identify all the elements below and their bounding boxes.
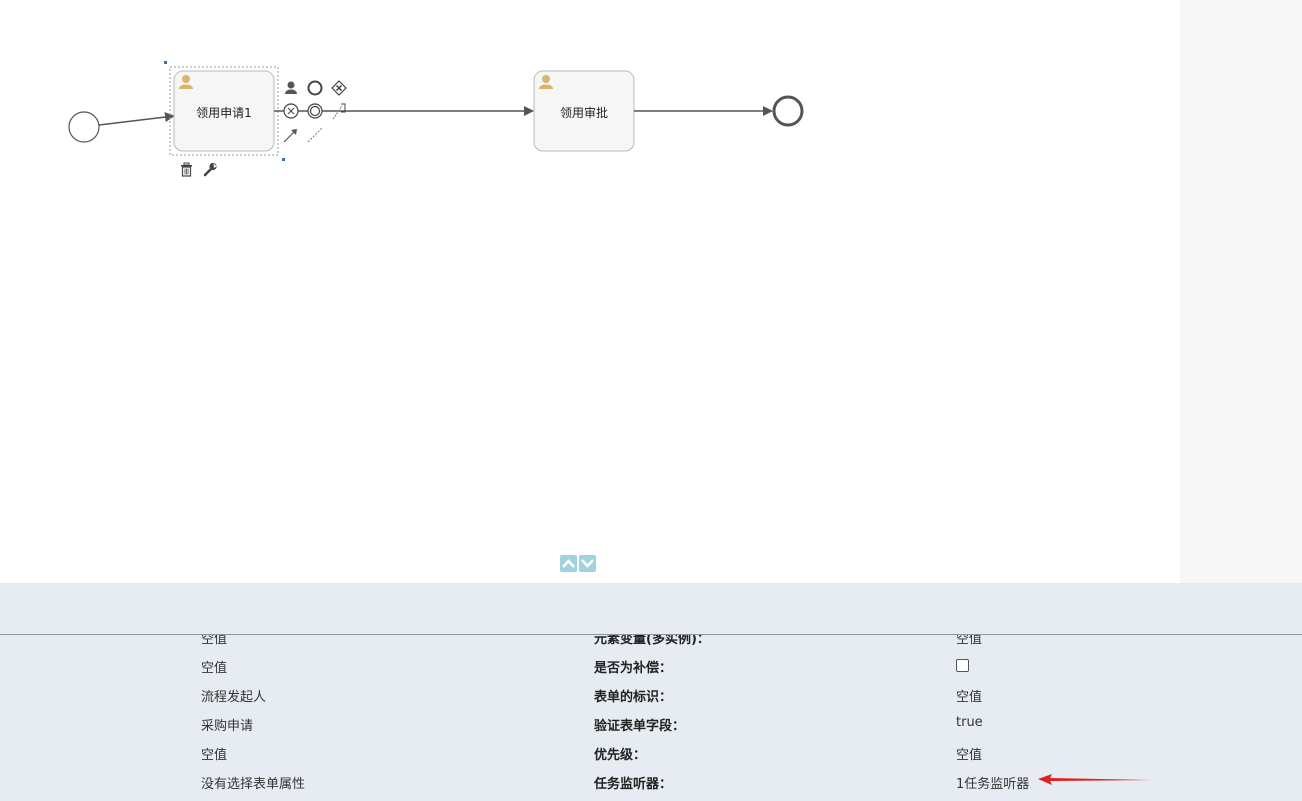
gateway-icon[interactable] bbox=[331, 80, 347, 96]
intermediate-event-icon[interactable] bbox=[283, 103, 299, 119]
property-label: 任务监听器： bbox=[594, 777, 673, 792]
expand-down-icon[interactable] bbox=[579, 555, 596, 572]
property-value-right[interactable]: true bbox=[956, 715, 983, 730]
selection-handle-tl[interactable] bbox=[164, 61, 167, 64]
user-task-icon[interactable] bbox=[285, 81, 297, 95]
property-value-left: 采购申请 bbox=[201, 719, 254, 734]
task-listener-value[interactable]: 1任务监听器 bbox=[956, 773, 1029, 792]
event-icon[interactable] bbox=[307, 80, 323, 96]
process-editor: 领用申请1 领用审批 空值 元素变量(多实例)： 空值 空值 是否为补偿： 流程… bbox=[0, 0, 1302, 801]
property-label: 表单的标识： bbox=[594, 690, 673, 705]
property-row: 空值 是否为补偿： bbox=[0, 650, 1302, 679]
property-label: 是否为补偿： bbox=[594, 661, 673, 676]
right-side-panel bbox=[1180, 0, 1302, 583]
diagram-canvas[interactable]: 领用申请1 领用审批 bbox=[0, 0, 1180, 583]
boundary-event-icon[interactable] bbox=[307, 103, 323, 119]
start-event[interactable] bbox=[68, 111, 100, 143]
collapse-up-icon[interactable] bbox=[560, 555, 577, 572]
end-event[interactable] bbox=[772, 95, 804, 127]
property-label: 验证表单字段： bbox=[594, 719, 686, 734]
compensation-checkbox[interactable] bbox=[956, 659, 969, 672]
property-label: 优先级： bbox=[594, 748, 647, 763]
trash-icon[interactable] bbox=[181, 162, 192, 177]
property-value-left: 流程发起人 bbox=[201, 690, 267, 705]
property-value-left: 空值 bbox=[201, 748, 228, 763]
property-value-right[interactable]: 空值 bbox=[956, 744, 982, 763]
association-icon[interactable] bbox=[307, 127, 323, 143]
selection-handle-br[interactable] bbox=[282, 158, 285, 161]
panel-toggle-group bbox=[560, 555, 596, 572]
diagram-svg bbox=[68, 61, 804, 177]
property-row: 采购申请 验证表单字段： true bbox=[0, 708, 1302, 737]
property-value-right[interactable]: 空值 bbox=[956, 686, 982, 705]
sequence-flow-1[interactable] bbox=[98, 112, 175, 126]
property-panel: 空值 元素变量(多实例)： 空值 空值 是否为补偿： 流程发起人 表单的标识： … bbox=[0, 583, 1302, 801]
wrench-icon[interactable] bbox=[203, 162, 217, 177]
property-panel-header bbox=[0, 583, 1302, 635]
property-row: 空值 优先级： 空值 bbox=[0, 737, 1302, 766]
property-value-left: 空值 bbox=[201, 661, 228, 676]
connection-icon[interactable] bbox=[283, 129, 297, 143]
task-1-label: 领用申请1 bbox=[196, 106, 252, 120]
task-2-label: 领用审批 bbox=[559, 106, 608, 120]
annotation-arrow bbox=[1038, 774, 1152, 785]
property-row: 流程发起人 表单的标识： 空值 bbox=[0, 679, 1302, 708]
property-value-left: 没有选择表单属性 bbox=[201, 777, 306, 792]
